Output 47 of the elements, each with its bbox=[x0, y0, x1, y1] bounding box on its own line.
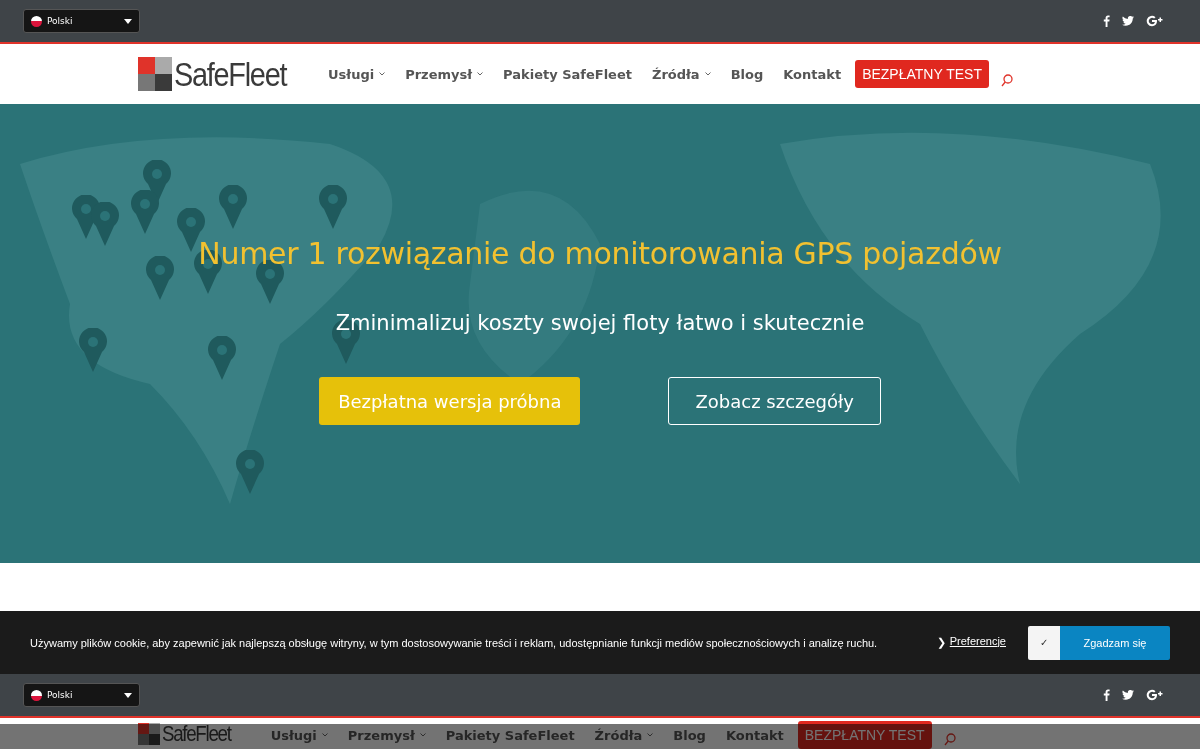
caret-icon bbox=[124, 692, 132, 698]
nav-link[interactable]: Usługi bbox=[270, 727, 328, 743]
nav-link[interactable]: Przemysł bbox=[347, 727, 426, 743]
logo-mark-icon bbox=[138, 57, 172, 91]
map-pin-icon bbox=[79, 328, 107, 372]
google-plus-icon[interactable] bbox=[1146, 689, 1164, 701]
google-plus-icon[interactable] bbox=[1146, 15, 1164, 27]
facebook-icon[interactable] bbox=[1103, 15, 1110, 27]
logo-mark-icon bbox=[138, 723, 160, 745]
map-pin-icon bbox=[91, 202, 119, 246]
checkbox[interactable]: ✓ bbox=[1028, 625, 1060, 660]
safefleet-logo[interactable]: SafeFleet bbox=[138, 721, 239, 747]
map-pin-icon bbox=[208, 336, 236, 380]
safefleet-logo[interactable]: SafeFleet bbox=[138, 54, 297, 94]
nav-link[interactable]: Przemysł bbox=[405, 66, 484, 82]
map-pin-icon bbox=[319, 185, 347, 229]
map-pin-icon bbox=[219, 185, 247, 229]
nav-link[interactable]: Blog bbox=[730, 66, 764, 82]
nav-link[interactable]: Kontakt bbox=[783, 66, 842, 82]
caret-icon bbox=[124, 18, 132, 24]
map-pin-icon bbox=[236, 450, 264, 494]
nav-link[interactable]: Blog bbox=[673, 727, 706, 743]
nav-link[interactable]: Kontakt bbox=[725, 727, 784, 743]
hero-subtitle: Zminimalizuj koszty swojej floty łatwo i skutecznie bbox=[335, 311, 865, 335]
chevron-icon: ❯ bbox=[936, 636, 946, 649]
details-button[interactable]: Zobacz szczegóły bbox=[668, 377, 881, 425]
poland-flag-icon bbox=[31, 689, 42, 701]
accept-button[interactable]: Zgadzam się bbox=[1060, 625, 1170, 660]
poland-flag-icon bbox=[31, 15, 42, 27]
nav-link[interactable]: Pakiety SafeFleet bbox=[503, 66, 632, 82]
nav-link[interactable]: Usługi bbox=[328, 66, 386, 82]
preferences-link[interactable]: Preferencje bbox=[949, 634, 1006, 647]
search-icon[interactable] bbox=[943, 733, 956, 746]
twitter-icon[interactable] bbox=[1122, 16, 1134, 26]
cookie-notice: Używamy plików cookie, aby zapewnić jak najlepszą obsługę witryny, w tym dostosowywanie treści i reklam, udostępnianie funkcji mediów społecznościowych i analizę ruchu. bbox=[30, 636, 879, 649]
nav-link[interactable]: Pakiety SafeFleet bbox=[445, 727, 575, 743]
search-icon[interactable] bbox=[1000, 73, 1013, 87]
language-select[interactable]: Polski bbox=[23, 9, 140, 33]
free-test-button[interactable]: BEZPŁATNY TEST bbox=[855, 60, 989, 88]
map-pin-icon bbox=[131, 190, 159, 234]
facebook-icon[interactable] bbox=[1103, 689, 1110, 701]
nav-link[interactable]: Źródła bbox=[594, 727, 654, 743]
nav-link[interactable]: Źródła bbox=[651, 66, 711, 82]
map-pin-icon bbox=[146, 256, 174, 300]
twitter-icon[interactable] bbox=[1122, 690, 1134, 700]
hero-title: Numer 1 rozwiązanie do monitorowania GPS pojazdów bbox=[198, 236, 1002, 271]
language-select[interactable]: Polski bbox=[23, 683, 140, 707]
